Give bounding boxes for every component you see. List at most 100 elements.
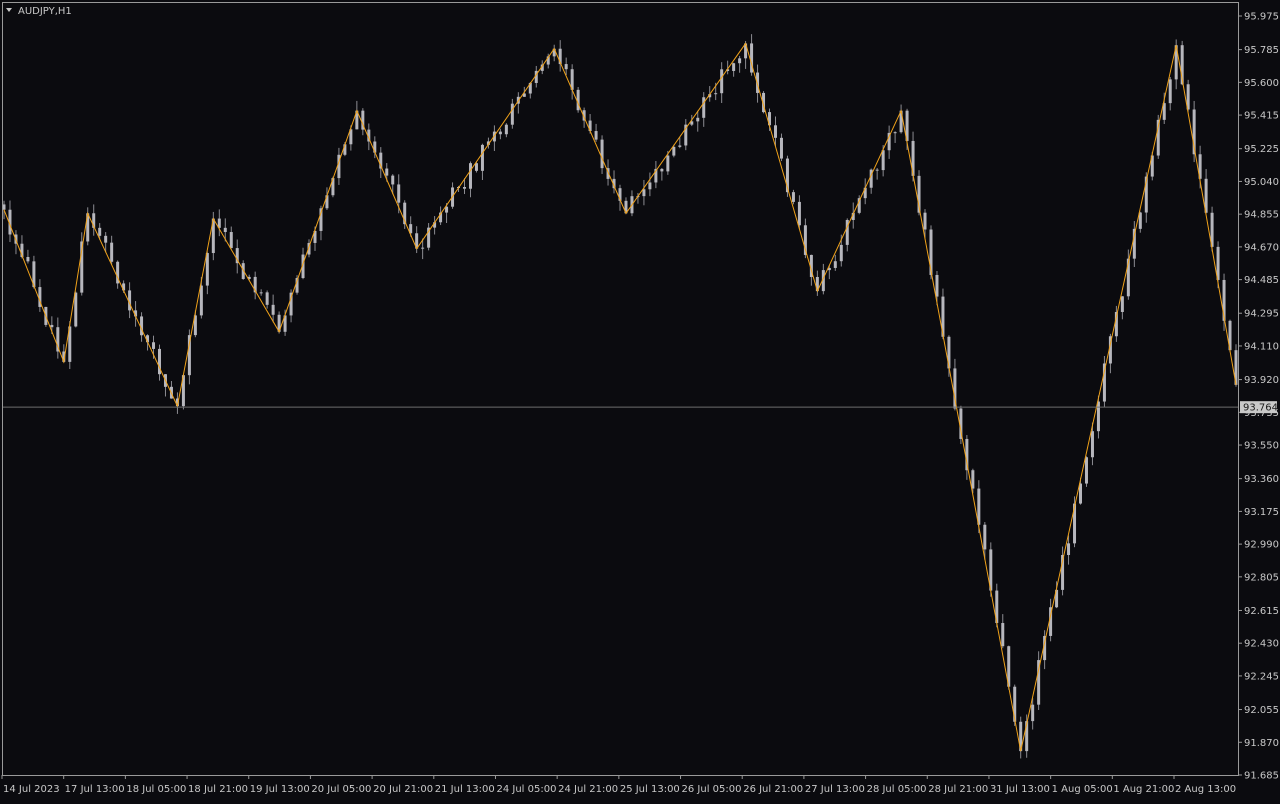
price-tick-label: 91.870 xyxy=(1244,738,1279,749)
candle-body xyxy=(152,342,156,349)
candle-body xyxy=(498,131,502,135)
candle-body xyxy=(463,187,467,189)
candle-body xyxy=(696,117,700,122)
candle xyxy=(56,317,60,359)
candle xyxy=(833,254,837,271)
time-tick-label: 25 Jul 13:00 xyxy=(620,784,680,795)
candle xyxy=(510,98,514,129)
candle-body xyxy=(74,292,78,327)
price-axis: 95.975 95.785 95.600 95.415 95.225 95.040 94.8… xyxy=(1238,12,1279,782)
candle xyxy=(504,123,508,138)
candle xyxy=(648,172,652,197)
time-tick-label: 14 Jul 2023 xyxy=(3,784,60,795)
time-tick-label: 19 Jul 13:00 xyxy=(250,784,310,795)
candle xyxy=(750,34,754,76)
candle-body xyxy=(271,304,275,315)
candle xyxy=(235,239,239,274)
candle xyxy=(157,344,161,381)
price-tick-label: 92.990 xyxy=(1244,540,1279,551)
candle-body xyxy=(1031,704,1035,722)
price-tick-label: 92.430 xyxy=(1244,639,1279,650)
current-price-line: 93.764 xyxy=(2,401,1278,414)
candle xyxy=(1132,221,1136,268)
price-tick-label: 95.040 xyxy=(1244,177,1279,188)
candle xyxy=(433,216,437,235)
candle xyxy=(205,251,209,295)
candle xyxy=(480,143,484,180)
candle xyxy=(26,249,30,264)
candle xyxy=(600,135,604,174)
candle-body xyxy=(594,131,598,140)
symbol-title: AUDJPY,H1 xyxy=(18,6,72,17)
candle xyxy=(887,125,891,159)
price-tick-label: 94.855 xyxy=(1244,210,1279,221)
candle xyxy=(642,179,646,206)
candle xyxy=(1037,651,1041,710)
candle-body xyxy=(714,93,718,95)
candle-body xyxy=(1096,401,1100,432)
candle-body xyxy=(510,103,514,125)
candle-body xyxy=(1084,457,1088,484)
price-tick-label: 94.110 xyxy=(1244,341,1279,352)
time-tick-label: 1 Aug 05:00 xyxy=(1052,784,1113,795)
candle-body xyxy=(199,285,203,316)
time-tick-label: 20 Jul 21:00 xyxy=(373,784,433,795)
price-tick-label: 92.245 xyxy=(1244,671,1279,682)
candle xyxy=(1001,614,1005,649)
candle xyxy=(720,62,724,104)
candle-body xyxy=(104,235,108,243)
candle-body xyxy=(983,524,987,550)
candle xyxy=(654,160,658,189)
candle-body xyxy=(738,58,742,64)
candle xyxy=(1084,456,1088,487)
candle-body xyxy=(1067,543,1071,556)
candle-body xyxy=(881,150,885,171)
time-tick-label: 26 Jul 05:00 xyxy=(682,784,742,795)
symbol-menu[interactable]: AUDJPY,H1 xyxy=(6,6,72,17)
candle xyxy=(899,104,903,134)
candle xyxy=(576,87,580,113)
candle-body xyxy=(259,292,263,294)
candle xyxy=(1168,76,1172,111)
candle-body xyxy=(1090,431,1094,458)
candle xyxy=(337,147,341,185)
time-tick-label: 21 Jul 13:00 xyxy=(435,784,495,795)
price-tick-label: 95.975 xyxy=(1244,12,1279,23)
price-tick-label: 92.805 xyxy=(1244,572,1279,583)
candles xyxy=(2,34,1238,759)
candle-body xyxy=(110,242,114,262)
candle-body xyxy=(1120,296,1124,312)
candle xyxy=(492,125,496,151)
candle-body xyxy=(875,169,879,171)
candle-body xyxy=(839,244,843,262)
time-tick-label: 28 Jul 21:00 xyxy=(928,784,988,795)
candle xyxy=(217,209,221,237)
candle-body xyxy=(1168,79,1172,104)
candle xyxy=(468,161,472,198)
candle-body xyxy=(397,184,401,203)
candle-body xyxy=(648,182,652,190)
candle xyxy=(259,289,263,296)
candle xyxy=(612,170,616,194)
candle-body xyxy=(791,192,795,202)
candle xyxy=(92,204,96,236)
price-chart[interactable]: 95.975 95.785 95.600 95.415 95.225 95.040 94.8… xyxy=(0,0,1280,800)
dropdown-triangle-icon[interactable] xyxy=(6,8,12,12)
candle xyxy=(271,294,275,323)
candle xyxy=(498,128,502,140)
candle-body xyxy=(660,168,664,172)
candle xyxy=(594,123,598,142)
candle xyxy=(779,133,783,162)
time-tick-label: 18 Jul 21:00 xyxy=(188,784,248,795)
price-tick-label: 91.685 xyxy=(1244,771,1279,782)
candle xyxy=(564,57,568,76)
candle-body xyxy=(720,69,724,94)
candle-body xyxy=(421,247,425,249)
chart-window[interactable]: 95.975 95.785 95.600 95.415 95.225 95.040 94.8… xyxy=(0,0,1280,800)
time-tick-label: 2 Aug 13:00 xyxy=(1175,784,1236,795)
candle-body xyxy=(893,132,897,134)
time-tick-label: 24 Jul 21:00 xyxy=(558,784,618,795)
candle xyxy=(1102,356,1106,408)
time-tick-label: 1 Aug 21:00 xyxy=(1113,784,1174,795)
candle xyxy=(738,55,742,73)
